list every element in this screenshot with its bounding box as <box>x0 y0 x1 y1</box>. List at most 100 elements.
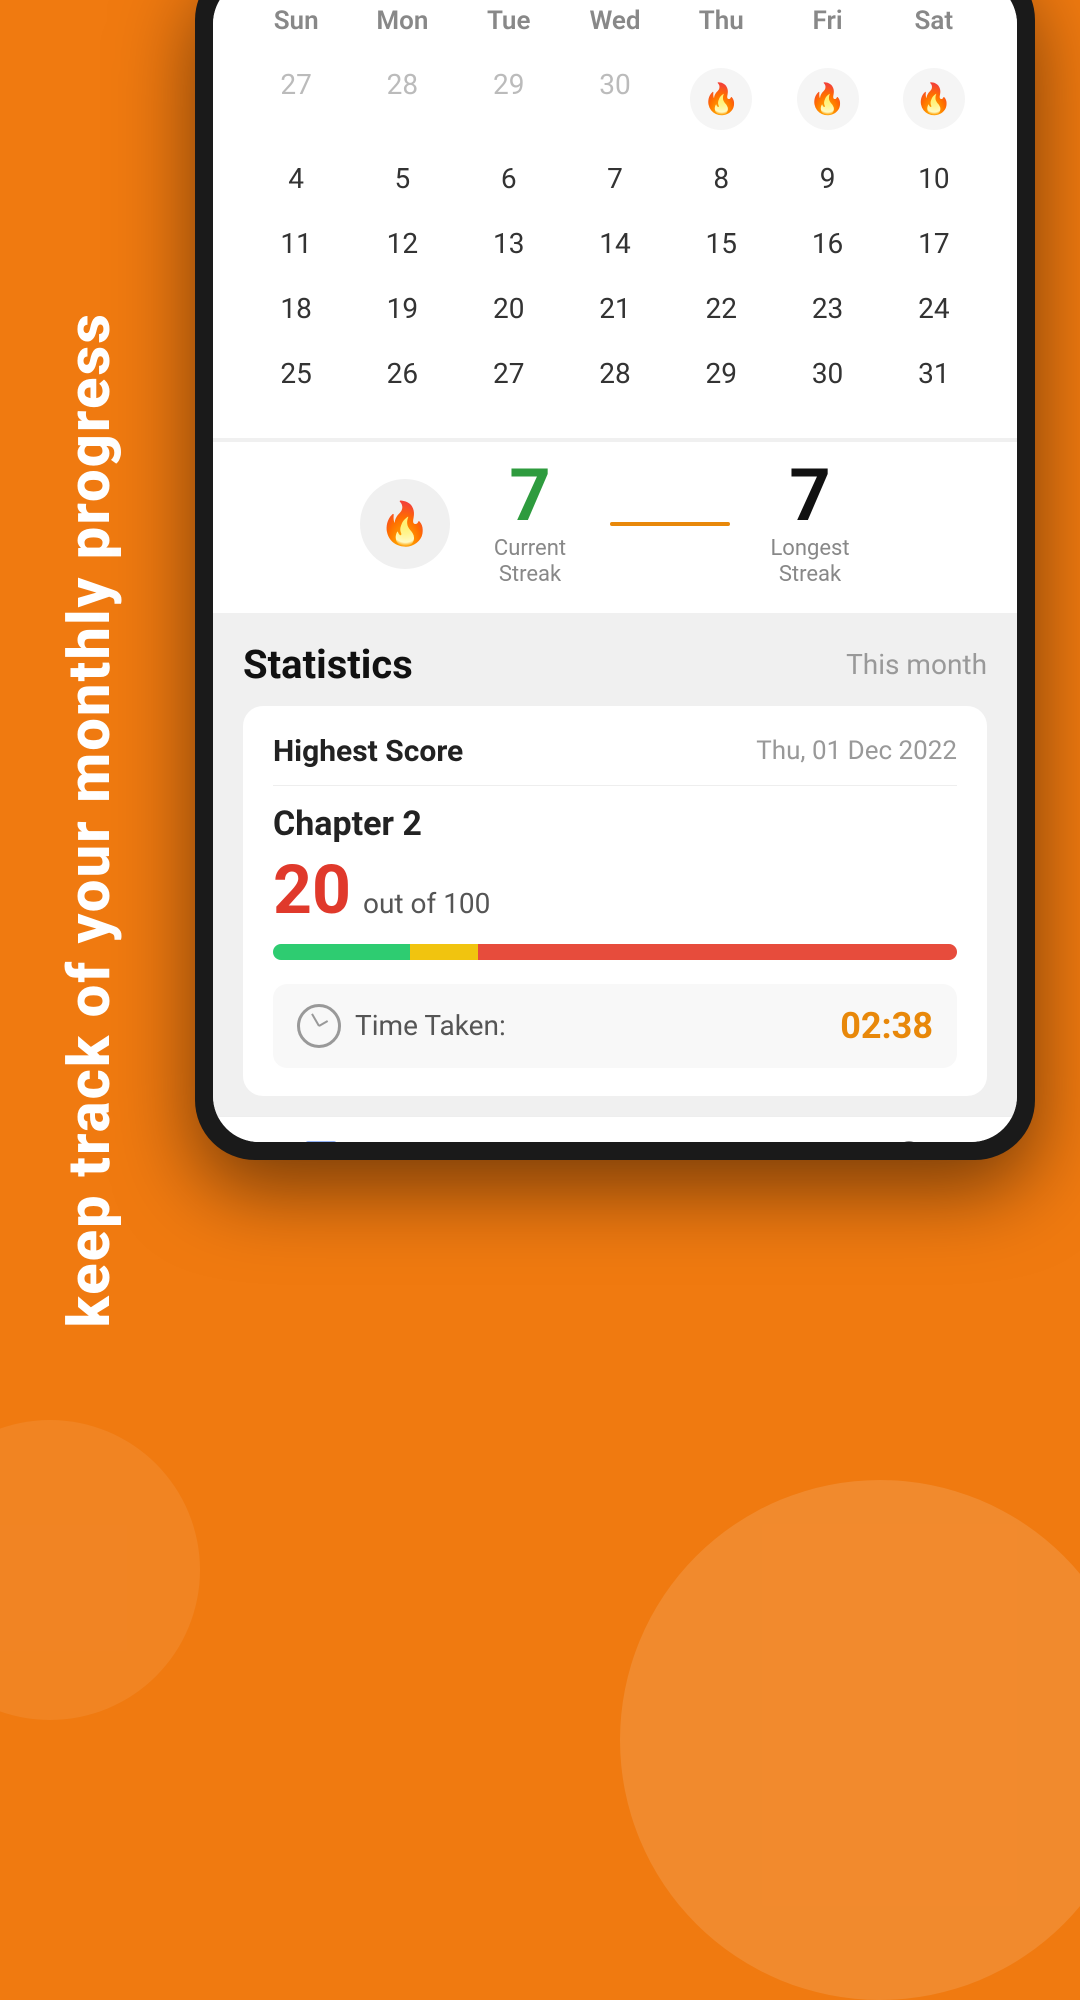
longest-streak-label: LongestStreak <box>770 536 849 589</box>
nav-item-history[interactable]: History <box>419 1135 615 1142</box>
cal-cell-9: 9 <box>774 148 880 209</box>
cal-cell-12: 12 <box>349 213 455 274</box>
profile-icon <box>883 1135 935 1142</box>
current-streak-item: 7 CurrentStreak <box>470 460 590 589</box>
bottom-nav: Practice History <box>213 1116 1017 1142</box>
score-date: Thu, 01 Dec 2022 <box>756 736 957 766</box>
cal-cell-8: 8 <box>668 148 774 209</box>
cal-header-fri: Fri <box>774 0 880 44</box>
streak-section: 🔥 7 CurrentStreak 7 LongestStreak <box>213 442 1017 613</box>
clock-icon <box>297 1004 341 1048</box>
cal-header-wed: Wed <box>562 0 668 44</box>
cal-header-sat: Sat <box>881 0 987 44</box>
cal-header-mon: Mon <box>349 0 455 44</box>
cal-header-tue: Tue <box>456 0 562 44</box>
time-taken-left: Time Taken: <box>297 1004 506 1048</box>
longest-streak-item: 7 LongestStreak <box>750 460 870 589</box>
cal-cell-20: 20 <box>456 278 562 339</box>
phone-screen: Sun Mon Tue Wed Thu Fri Sat 27 28 29 30 <box>213 0 1017 1142</box>
calendar-section: Sun Mon Tue Wed Thu Fri Sat 27 28 29 30 <box>213 0 1017 438</box>
cal-cell-7: 7 <box>562 148 668 209</box>
cal-cell-29b: 29 <box>668 343 774 404</box>
cal-cell-fri-flame: 🔥 <box>774 54 880 144</box>
highest-score-label: Highest Score <box>273 734 463 769</box>
cal-row-3: 11 12 13 14 15 16 17 <box>243 213 987 274</box>
cal-cell-19: 19 <box>349 278 455 339</box>
stats-section: Statistics This month Highest Score Thu,… <box>213 613 1017 1116</box>
current-streak-label: CurrentStreak <box>494 536 566 589</box>
nav-item-store[interactable]: Store <box>615 1135 811 1142</box>
cal-cell-5: 5 <box>349 148 455 209</box>
cal-cell-24: 24 <box>881 278 987 339</box>
stats-period: This month <box>846 648 987 681</box>
cal-cell-28b: 28 <box>562 343 668 404</box>
cal-cell-29: 29 <box>456 54 562 144</box>
time-taken-row: Time Taken: 02:38 <box>273 984 957 1068</box>
cal-cell-30b: 30 <box>774 343 880 404</box>
progress-red <box>478 944 957 960</box>
cal-header-thu: Thu <box>668 0 774 44</box>
score-divider <box>273 785 957 786</box>
cal-cell-6: 6 <box>456 148 562 209</box>
store-icon <box>687 1135 739 1142</box>
cal-cell-27: 27 <box>243 54 349 144</box>
history-icon <box>491 1135 543 1142</box>
cal-cell-21: 21 <box>562 278 668 339</box>
cal-row-1: 27 28 29 30 🔥 🔥 <box>243 54 987 144</box>
longest-streak-value: 7 <box>789 460 830 532</box>
calendar-header-row: Sun Mon Tue Wed Thu Fri Sat <box>243 0 987 44</box>
stats-title: Statistics <box>243 641 413 688</box>
cal-cell-15: 15 <box>668 213 774 274</box>
side-text-content: keep track of your monthly progress <box>57 312 124 1328</box>
flame-icon-fri: 🔥 <box>809 82 846 117</box>
cal-cell-11: 11 <box>243 213 349 274</box>
cal-header-sun: Sun <box>243 0 349 44</box>
phone-frame: Sun Mon Tue Wed Thu Fri Sat 27 28 29 30 <box>195 0 1035 1160</box>
score-card-header: Highest Score Thu, 01 Dec 2022 <box>273 734 957 769</box>
cal-row-5: 25 26 27 28 29 30 31 <box>243 343 987 404</box>
bg-circle-right <box>620 1480 1080 2000</box>
cal-cell-thu-flame: 🔥 <box>668 54 774 144</box>
flame-badge-sat: 🔥 <box>903 68 965 130</box>
cal-cell-26: 26 <box>349 343 455 404</box>
cal-row-4: 18 19 20 21 22 23 24 <box>243 278 987 339</box>
time-value: 02:38 <box>840 1005 933 1047</box>
cal-cell-sat-flame: 🔥 <box>881 54 987 144</box>
score-progress-bar <box>273 944 957 960</box>
score-out-of: out of 100 <box>363 887 490 920</box>
cal-cell-10: 10 <box>881 148 987 209</box>
cal-cell-17: 17 <box>881 213 987 274</box>
progress-green <box>273 944 410 960</box>
cal-cell-18: 18 <box>243 278 349 339</box>
progress-yellow <box>410 944 478 960</box>
cal-cell-23: 23 <box>774 278 880 339</box>
practice-icon <box>295 1135 347 1142</box>
side-text: keep track of your monthly progress <box>0 120 180 1520</box>
cal-cell-28: 28 <box>349 54 455 144</box>
calendar-grid: Sun Mon Tue Wed Thu Fri Sat 27 28 29 30 <box>243 0 987 404</box>
score-big-number: 20 <box>273 856 351 924</box>
score-value-row: 20 out of 100 <box>273 856 957 924</box>
cal-cell-13: 13 <box>456 213 562 274</box>
nav-item-practice[interactable]: Practice <box>223 1135 419 1142</box>
cal-cell-27b: 27 <box>456 343 562 404</box>
cal-cell-31: 31 <box>881 343 987 404</box>
score-card: Highest Score Thu, 01 Dec 2022 Chapter 2… <box>243 706 987 1096</box>
current-streak-value: 7 <box>509 460 550 532</box>
flame-badge-thu: 🔥 <box>690 68 752 130</box>
cal-cell-14: 14 <box>562 213 668 274</box>
cal-cell-16: 16 <box>774 213 880 274</box>
flame-icon-sat: 🔥 <box>915 82 952 117</box>
flame-icon-thu: 🔥 <box>703 82 740 117</box>
nav-item-profile[interactable]: Profile <box>811 1135 1007 1142</box>
streak-flame-circle: 🔥 <box>360 479 450 569</box>
flame-badge-fri: 🔥 <box>797 68 859 130</box>
time-taken-label: Time Taken: <box>355 1009 506 1042</box>
cal-row-2: 4 5 6 7 8 9 10 <box>243 148 987 209</box>
cal-cell-25: 25 <box>243 343 349 404</box>
cal-cell-30p: 30 <box>562 54 668 144</box>
streak-main-flame: 🔥 <box>379 500 431 549</box>
streak-divider-line <box>610 522 730 526</box>
chapter-label: Chapter 2 <box>273 804 957 844</box>
cal-cell-4: 4 <box>243 148 349 209</box>
